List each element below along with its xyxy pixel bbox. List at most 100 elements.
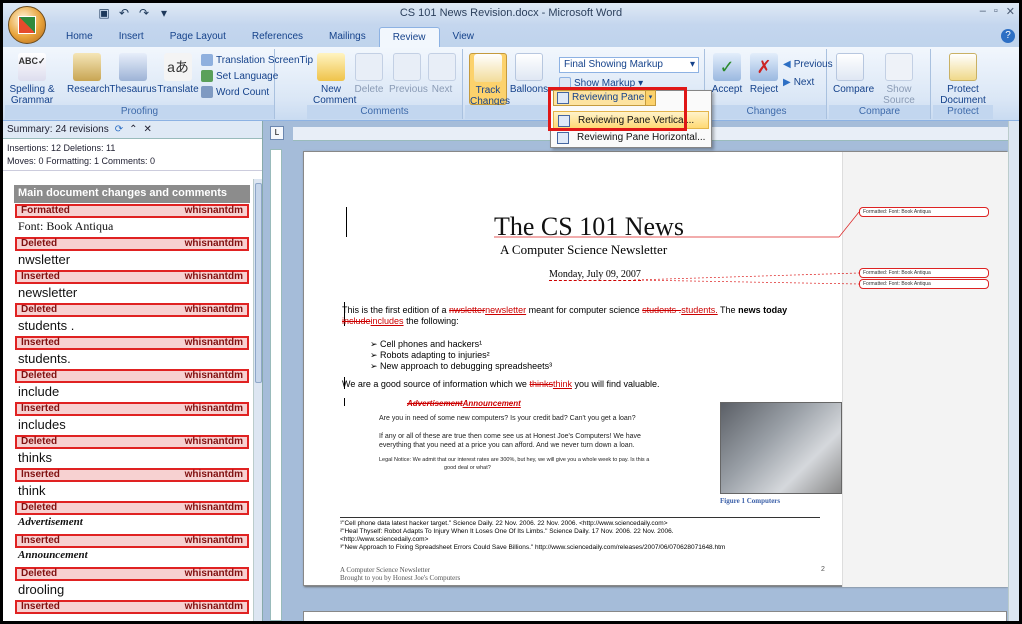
revision-type: Inserted (21, 469, 60, 480)
tab-insert[interactable]: Insert (106, 27, 157, 47)
footnote: ³"New Approach to Fixing Spreadsheet Err… (340, 544, 726, 551)
tab-page-layout[interactable]: Page Layout (157, 27, 239, 47)
refresh-icon[interactable]: ⟳ (115, 124, 123, 135)
redo-icon[interactable]: ↷ (137, 6, 151, 20)
computers-photo[interactable] (720, 402, 842, 494)
revision-text: Advertisement (18, 516, 83, 528)
menu-item-reviewing-pane-vertical[interactable]: Reviewing Pane Vertical... (553, 111, 709, 129)
delete-comment-button[interactable]: Delete (353, 53, 385, 95)
figure-caption: Figure 1 Computers (720, 497, 781, 505)
revision-entry[interactable]: Inserted whisnantdm Announcement (14, 533, 250, 566)
collapse-icon[interactable]: ⌃ (129, 124, 137, 135)
next-change-button[interactable]: ▶ Next (783, 75, 814, 89)
footnote: ¹"Cell phone data latest hacker target."… (340, 520, 668, 527)
deleted-text: nwsletter (449, 305, 486, 315)
revision-author: whisnantdm (184, 535, 243, 546)
formatting-balloon[interactable]: Formatted: Font: Book Antiqua (859, 207, 989, 217)
previous-comment-button[interactable]: Previous (389, 53, 428, 95)
research-label: Research (67, 84, 110, 95)
minimize-icon[interactable]: – (980, 5, 986, 18)
close-pane-icon[interactable]: ✕ (143, 124, 151, 135)
restore-icon[interactable]: ▫ (994, 5, 998, 18)
translate-button[interactable]: aあ Translate (157, 53, 199, 95)
formatting-balloon[interactable]: Formatted: Font: Book Antiqua (859, 279, 989, 289)
undo-icon[interactable]: ↶ (117, 6, 131, 20)
footer-line: A Computer Science Newsletter (340, 566, 431, 574)
menu-item-reviewing-pane-horizontal[interactable]: Reviewing Pane Horizontal... (553, 129, 709, 147)
revision-entry[interactable]: Inserted whisnantdm (14, 599, 250, 621)
tab-review[interactable]: Review (378, 27, 440, 47)
revision-author: whisnantdm (184, 205, 243, 216)
connector-line (633, 279, 860, 285)
change-bar (346, 207, 347, 237)
set-language-label: Set Language (216, 70, 279, 82)
previous-change-button[interactable]: ◀ Previous (783, 57, 833, 71)
tab-selector-icon[interactable]: L (270, 126, 284, 140)
display-for-review-combo[interactable]: Final Showing Markup ▾ (559, 57, 699, 73)
revision-entry[interactable]: Deleted whisnantdm students . (14, 302, 250, 335)
protect-document-button[interactable]: Protect Document (935, 53, 991, 106)
scroll-thumb[interactable] (255, 183, 262, 383)
footer-line: Brought to you by Honest Joe's Computers (340, 574, 461, 582)
summary-text: Summary: 24 revisions (7, 124, 109, 135)
track-changes-button[interactable]: Track Changes (469, 53, 511, 107)
vertical-scrollbar[interactable] (1008, 121, 1019, 621)
previous-change-label: Previous (793, 58, 833, 70)
word-count-button[interactable]: Word Count (201, 85, 269, 99)
accept-button[interactable]: ✓ Accept (709, 53, 745, 95)
revision-entry[interactable]: Inserted whisnantdm newsletter (14, 269, 250, 302)
tab-home[interactable]: Home (53, 27, 106, 47)
tab-mailings[interactable]: Mailings (316, 27, 379, 47)
compare-label: Compare (833, 84, 875, 95)
set-language-button[interactable]: Set Language (201, 69, 278, 83)
menu-item-label: Reviewing Pane Vertical... (578, 115, 695, 126)
reviewing-pane-scrollbar[interactable] (253, 179, 262, 621)
reject-button[interactable]: ✗ Reject (747, 53, 781, 95)
close-icon[interactable]: ✕ (1006, 5, 1015, 18)
spelling-grammar-button[interactable]: ABC✓ Spelling & Grammar (9, 53, 55, 106)
research-button[interactable]: Research (67, 53, 110, 95)
new-comment-button[interactable]: New Comment (313, 53, 356, 106)
revision-type: Deleted (21, 568, 58, 579)
revision-type: Deleted (21, 304, 58, 315)
revision-entry[interactable]: Inserted whisnantdm includes (14, 401, 250, 434)
revision-entry[interactable]: Deleted whisnantdm include (14, 368, 250, 401)
revision-type: Deleted (21, 436, 58, 447)
revision-entry[interactable]: Inserted whisnantdm think (14, 467, 250, 500)
revision-entry[interactable]: Deleted whisnantdm thinks (14, 434, 250, 467)
show-markup-button[interactable]: Show Markup ▾ (559, 76, 643, 90)
next-comment-button[interactable]: Next (427, 53, 457, 95)
help-icon[interactable]: ? (1001, 29, 1015, 43)
bullet-text: Cell phones and hackers¹ (380, 339, 483, 349)
bold-text: news today (738, 305, 788, 315)
revision-entry[interactable]: Deleted whisnantdm Advertisement (14, 500, 250, 533)
tab-references[interactable]: References (239, 27, 316, 47)
track-changes-label: Track Changes (470, 85, 511, 107)
reviewing-pane-split-button[interactable]: Reviewing Pane ▾ (553, 90, 656, 106)
reviewing-pane-dropdown-arrow[interactable]: ▾ (645, 90, 656, 106)
bullet-item: ➢ New approach to debugging spreadsheets… (370, 361, 553, 371)
revision-text: thinks (18, 450, 52, 465)
document-page[interactable]: The CS 101 News A Computer Science Newsl… (303, 151, 1008, 587)
revision-text: Font: Book Antiqua (18, 219, 114, 233)
revision-entry[interactable]: Inserted whisnantdm students. (14, 335, 250, 368)
translation-screentip-button[interactable]: Translation ScreenTip (201, 53, 313, 67)
save-icon[interactable]: ▣ (97, 6, 111, 20)
thesaurus-button[interactable]: Thesaurus (109, 53, 157, 95)
revision-entry[interactable]: Formatted whisnantdm Font: Book Antiqua (14, 203, 250, 236)
balloons-button[interactable]: Balloons (509, 53, 549, 95)
revision-entry[interactable]: Deleted whisnantdm drooling (14, 566, 250, 599)
footnote: ²"Heal Thyself: Robot Adapts To Injury W… (340, 528, 674, 535)
text: you will find valuable. (571, 379, 660, 389)
formatting-balloon[interactable]: Formatted: Font: Book Antiqua (859, 268, 989, 278)
revision-author: whisnantdm (184, 502, 243, 513)
revision-entry[interactable]: Deleted whisnantdm nwsletter (14, 236, 250, 269)
compare-button[interactable]: Compare (833, 53, 874, 95)
vertical-ruler[interactable] (270, 149, 282, 621)
revision-text: drooling (18, 582, 65, 597)
revision-header: Inserted whisnantdm (15, 600, 249, 614)
customize-qat-icon[interactable]: ▾ (157, 6, 171, 20)
office-button[interactable] (8, 6, 46, 44)
tab-view[interactable]: View (440, 27, 488, 47)
revision-author: whisnantdm (184, 304, 243, 315)
